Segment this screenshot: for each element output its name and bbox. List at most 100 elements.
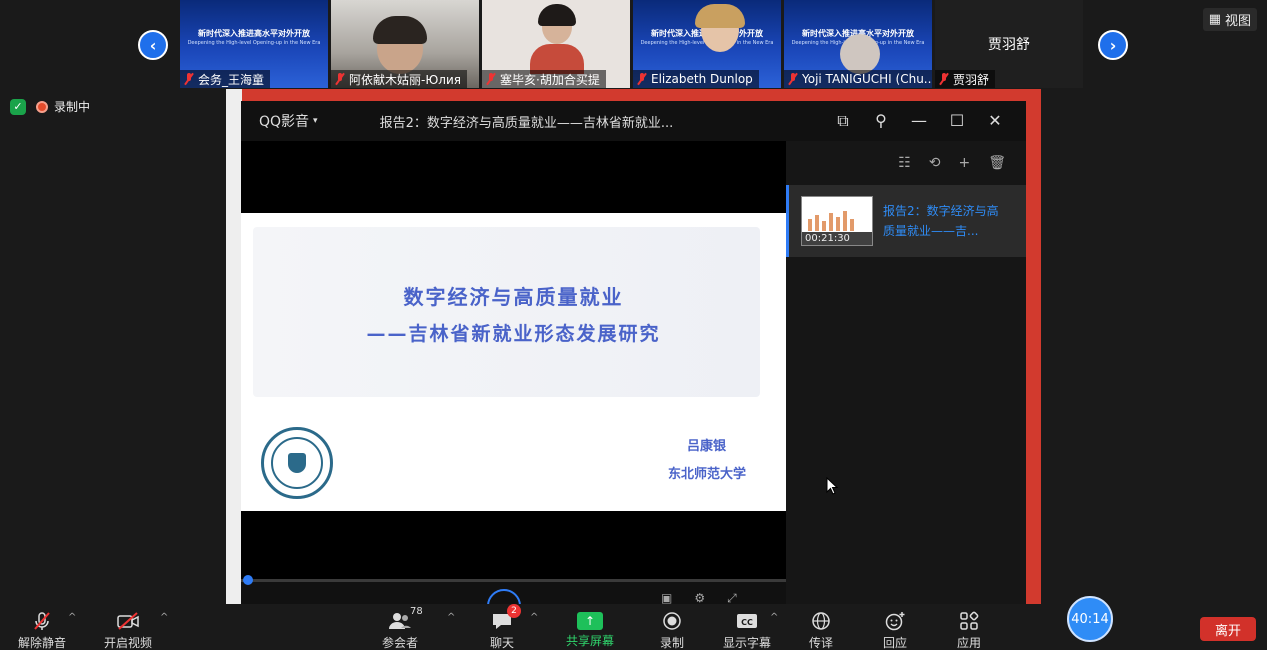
player-title: 报告2：数字经济与高质量就业——吉林省新就业... (379, 115, 674, 131)
chevron-up-icon[interactable]: ^ (530, 612, 538, 623)
qq-player-window: QQ影音 ▾ 报告2：数字经济与高质量就业——吉林省新就业... ⧉ ⚲ — ☐… (241, 101, 1026, 605)
chat-icon: 2 (491, 604, 521, 632)
playlist-duration: 00:21:30 (802, 232, 872, 245)
slide-university: 东北师范大学 (667, 467, 746, 482)
participant-tile[interactable]: 阿依献木姑丽-Юлия (331, 0, 479, 88)
unmute-label: 解除静音 (18, 636, 67, 650)
participant-name-tag: Yoji TANIGUCHI (Chu... (784, 70, 932, 88)
chevron-up-icon[interactable]: ^ (447, 612, 455, 623)
participants-count: 78 (410, 606, 423, 617)
record-label: 录制 (660, 636, 685, 650)
participant-hair (695, 4, 745, 28)
participant-tile[interactable]: 新时代深入推进高水平对外开放 Deepening the High-level … (180, 0, 328, 88)
chevron-up-icon[interactable]: ^ (68, 612, 76, 623)
view-button[interactable]: ▦ 视图 (1202, 8, 1257, 31)
mini-mode-icon[interactable]: ⧉ (834, 111, 852, 131)
playlist-item-title: 报告2：数字经济与高质量就业——吉... (883, 204, 999, 238)
leave-button[interactable]: 离开 (1200, 617, 1256, 641)
playlist-panel: ☷ ⟲ + 🗑 00:21:30 报告2：数字经济与高质量就业——吉... (786, 141, 1026, 605)
participant-name-tag: 贾羽舒 (935, 70, 996, 88)
slide-author: 吕康银 (686, 439, 726, 454)
recording-label: 录制中 (54, 100, 91, 114)
participants-label: 参会者 (382, 636, 419, 650)
participant-tile[interactable]: 塞毕亥·胡加合买提 (482, 0, 630, 88)
captions-label: 显示字幕 (723, 636, 772, 650)
participant-face (840, 34, 880, 74)
mic-muted-icon (335, 73, 345, 85)
mic-muted-icon (939, 73, 949, 85)
chevron-up-icon[interactable]: ^ (160, 612, 168, 623)
playlist-thumbnail: 00:21:30 (801, 196, 873, 246)
playlist-item[interactable]: 00:21:30 报告2：数字经济与高质量就业——吉... (786, 185, 1026, 257)
start-video-label: 开启视频 (104, 636, 153, 650)
participant-name: 阿依献木姑丽-Юлия (349, 72, 461, 87)
record-icon (662, 610, 682, 632)
smile-plus-icon (884, 610, 906, 632)
close-icon[interactable]: ✕ (986, 111, 1004, 131)
screenshot-icon[interactable]: ▣ (661, 591, 672, 605)
loop-icon[interactable]: ⟲ (929, 155, 941, 171)
record-button[interactable]: 录制 (660, 610, 684, 650)
slide-subtitle: ——吉林省新就业形态发展研究 (366, 323, 661, 345)
chat-badge: 2 (507, 604, 521, 618)
gallery-prev-button[interactable]: ‹ (138, 30, 168, 60)
progress-knob[interactable] (243, 575, 253, 585)
mic-muted-icon (788, 73, 798, 85)
start-video-button[interactable]: 开启视频 (104, 610, 152, 650)
banner-subtitle: Deepening the High-level Opening-up in t… (187, 40, 321, 46)
apps-label: 应用 (957, 636, 982, 650)
gallery-next-button[interactable]: › (1098, 30, 1128, 60)
interpretation-label: 传译 (809, 636, 834, 650)
cc-icon: CC (736, 610, 758, 632)
player-extra-controls: ▣ ⚙ ⤢ (661, 591, 737, 605)
interpretation-button[interactable]: 传译 (809, 610, 833, 650)
participant-tile[interactable]: 贾羽舒 贾羽舒 (935, 0, 1083, 88)
security-shield-icon[interactable]: ✓ (10, 98, 26, 115)
settings-icon[interactable]: ⚙ (694, 591, 705, 605)
minimize-icon[interactable]: — (910, 111, 928, 131)
reactions-button[interactable]: 回应 (883, 610, 907, 650)
participant-tile[interactable]: 新时代深入推进高水平对外开放 Deepening the High-level … (784, 0, 932, 88)
captions-button[interactable]: CC 显示字幕 (723, 610, 771, 650)
participants-button[interactable]: 78 参会者 (382, 606, 423, 650)
participant-tile[interactable]: 新时代深入推进高水平对外开放 Deepening the High-level … (633, 0, 781, 88)
svg-text:CC: CC (741, 618, 753, 627)
reactions-label: 回应 (883, 636, 908, 650)
participant-name-tag: Elizabeth Dunlop (633, 70, 759, 88)
apps-button[interactable]: 应用 (957, 610, 981, 650)
university-seal-logo (261, 427, 333, 499)
participant-name: Elizabeth Dunlop (651, 72, 753, 86)
play-button[interactable] (487, 589, 521, 605)
unmute-button[interactable]: 解除静音 (18, 610, 66, 650)
participants-icon: 78 (388, 606, 423, 632)
slide-title-band (253, 227, 760, 397)
chevron-up-icon[interactable]: ^ (770, 612, 778, 623)
player-brand-menu[interactable]: QQ影音 ▾ (259, 111, 318, 131)
meeting-status: ✓ 录制中 (10, 98, 90, 115)
trash-icon[interactable]: 🗑 (988, 155, 1006, 171)
globe-icon (811, 610, 831, 632)
maximize-icon[interactable]: ☐ (948, 111, 966, 131)
recording-indicator[interactable]: 录制中 (36, 98, 90, 115)
presentation-slide: 数字经济与高质量就业 ——吉林省新就业形态发展研究 吕康银 东北师范大学 (241, 213, 786, 511)
window-controls: ⧉ ⚲ — ☐ ✕ (834, 111, 1004, 131)
add-icon[interactable]: + (958, 155, 970, 171)
meeting-timer[interactable]: 40:14 (1067, 596, 1113, 642)
slide-title: 数字经济与高质量就业 (403, 285, 624, 309)
participant-name: Yoji TANIGUCHI (Chu... (802, 72, 932, 86)
list-view-icon[interactable]: ☷ (898, 155, 911, 171)
chat-button[interactable]: 2 聊天 (490, 604, 521, 650)
participant-display-name: 贾羽舒 (988, 37, 1030, 53)
mouse-cursor-icon (826, 477, 838, 495)
player-titlebar: QQ影音 ▾ 报告2：数字经济与高质量就业——吉林省新就业... ⧉ ⚲ — ☐… (241, 101, 1026, 141)
share-screen-button[interactable]: ↑ 共享屏幕 (566, 610, 614, 649)
fullscreen-icon[interactable]: ⤢ (727, 591, 737, 605)
pin-icon[interactable]: ⚲ (872, 111, 890, 131)
view-label: 视图 (1224, 14, 1251, 29)
grid-view-icon: ▦ (1208, 12, 1221, 27)
chevron-down-icon: ▾ (313, 116, 318, 126)
progress-bar[interactable] (241, 575, 786, 585)
share-arrow-icon: ↑ (577, 612, 603, 630)
video-area[interactable]: 数字经济与高质量就业 ——吉林省新就业形态发展研究 吕康银 东北师范大学 (241, 141, 786, 581)
player-brand: QQ影音 (259, 114, 310, 130)
